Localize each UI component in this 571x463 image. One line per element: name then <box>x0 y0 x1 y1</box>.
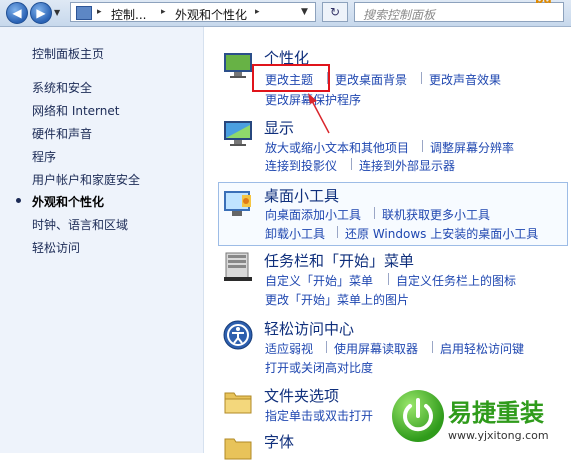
adjust-resolution-link[interactable]: 调整屏幕分辨率 <box>430 139 514 156</box>
current-page-bullet-icon <box>16 198 21 203</box>
get-more-gadgets-link[interactable]: 联机获取更多小工具 <box>382 206 490 223</box>
breadcrumb-control-panel[interactable]: 控制... <box>111 6 146 23</box>
connect-projector-link[interactable]: 连接到投影仪 <box>265 157 337 174</box>
link-separator <box>388 273 389 285</box>
overflow-text: ba <box>535 0 552 6</box>
gadgets-title[interactable]: 桌面小工具 <box>264 185 339 206</box>
folder-icon[interactable] <box>222 385 254 417</box>
control-panel-icon <box>76 6 92 20</box>
connect-external-display-link[interactable]: 连接到外部显示器 <box>359 157 455 174</box>
search-placeholder: 搜索控制面板 <box>363 8 436 22</box>
pointer-arrow-icon <box>308 93 330 134</box>
folder-options-title[interactable]: 文件夹选项 <box>264 385 339 406</box>
display-title[interactable]: 显示 <box>264 117 294 138</box>
link-separator <box>422 140 423 152</box>
gadgets-icon[interactable] <box>222 187 254 219</box>
watermark-logo-icon <box>392 390 444 442</box>
taskbar-title[interactable]: 任务栏和「开始」菜单 <box>264 250 414 271</box>
sidebar-item-clock-region[interactable]: 时钟、语言和区域 <box>32 216 128 233</box>
high-contrast-link[interactable]: 打开或关闭高对比度 <box>265 359 373 376</box>
change-start-menu-picture-link[interactable]: 更改「开始」菜单上的图片 <box>265 291 409 308</box>
link-separator <box>374 207 375 219</box>
refresh-icon: ↻ <box>329 5 341 19</box>
recent-pages-dropdown[interactable]: ▼ <box>54 8 60 17</box>
change-desktop-background-link[interactable]: 更改桌面背景 <box>335 71 407 88</box>
personalization-monitor-icon[interactable] <box>222 49 254 81</box>
sidebar-item-network[interactable]: 网络和 Internet <box>32 102 119 119</box>
uninstall-gadget-link[interactable]: 卸载小工具 <box>265 225 325 242</box>
sidebar-item-system-security[interactable]: 系统和安全 <box>32 79 92 96</box>
forward-button[interactable]: ▶ <box>30 2 52 24</box>
fonts-title[interactable]: 字体 <box>264 431 294 452</box>
customize-start-menu-link[interactable]: 自定义「开始」菜单 <box>265 272 373 289</box>
link-separator <box>432 341 433 353</box>
breadcrumb-separator-icon[interactable]: ▸ <box>161 7 166 17</box>
watermark-name: 易捷重装 <box>448 399 544 427</box>
customize-taskbar-icons-link[interactable]: 自定义任务栏上的图标 <box>396 272 516 289</box>
back-button[interactable]: ◀ <box>6 2 28 24</box>
link-separator <box>326 341 327 353</box>
add-gadgets-link[interactable]: 向桌面添加小工具 <box>265 206 361 223</box>
ease-of-access-title[interactable]: 轻松访问中心 <box>264 318 354 339</box>
address-toolbar: ◀ ▶ ▼ ▸ 控制... ▸ 外观和个性化 ▸ ▼ ↻ 搜索控制面板 ba <box>0 0 571 27</box>
taskbar-icon[interactable] <box>222 251 254 283</box>
sidebar-item-hardware[interactable]: 硬件和声音 <box>32 125 92 142</box>
breadcrumb-separator-icon[interactable]: ▸ <box>97 7 102 17</box>
refresh-button[interactable]: ↻ <box>322 2 348 22</box>
address-bar[interactable]: ▸ 控制... ▸ 外观和个性化 ▸ ▼ <box>70 2 316 22</box>
breadcrumb-separator-icon[interactable]: ▸ <box>255 7 260 17</box>
restore-gadgets-link[interactable]: 还原 Windows 上安装的桌面小工具 <box>345 225 538 242</box>
link-separator <box>337 226 338 238</box>
search-input[interactable]: 搜索控制面板 <box>354 2 564 22</box>
sidebar-item-programs[interactable]: 程序 <box>32 148 56 165</box>
ease-of-access-icon[interactable] <box>222 319 254 351</box>
forward-arrow-icon: ▶ <box>36 6 46 20</box>
back-arrow-icon: ◀ <box>12 6 22 20</box>
sidebar-item-ease-of-access[interactable]: 轻松访问 <box>32 239 80 256</box>
link-separator <box>351 158 352 170</box>
display-monitor-icon[interactable] <box>222 117 254 149</box>
sidebar: 控制面板主页 系统和安全 网络和 Internet 硬件和声音 程序 用户帐户和… <box>0 27 204 453</box>
sidebar-item-appearance: 外观和个性化 <box>32 195 105 209</box>
breadcrumb-appearance[interactable]: 外观和个性化 <box>175 6 247 23</box>
single-double-click-link[interactable]: 指定单击或双击打开 <box>265 407 373 424</box>
site-watermark: 易捷重装 www.yjxitong.com <box>386 384 571 453</box>
ease-of-access-keys-link[interactable]: 启用轻松访问键 <box>440 340 524 357</box>
resize-text-link[interactable]: 放大或缩小文本和其他项目 <box>265 139 409 156</box>
fonts-folder-icon[interactable] <box>222 431 254 463</box>
sidebar-home-link[interactable]: 控制面板主页 <box>32 45 104 62</box>
link-separator <box>421 72 422 84</box>
change-sound-effects-link[interactable]: 更改声音效果 <box>429 71 501 88</box>
watermark-url: www.yjxitong.com <box>448 429 549 442</box>
sidebar-item-user-accounts[interactable]: 用户帐户和家庭安全 <box>32 171 140 188</box>
address-dropdown-icon[interactable]: ▼ <box>301 7 308 17</box>
optimize-low-vision-link[interactable]: 适应弱视 <box>265 340 313 357</box>
power-icon <box>403 398 433 432</box>
screen-reader-link[interactable]: 使用屏幕读取器 <box>334 340 418 357</box>
